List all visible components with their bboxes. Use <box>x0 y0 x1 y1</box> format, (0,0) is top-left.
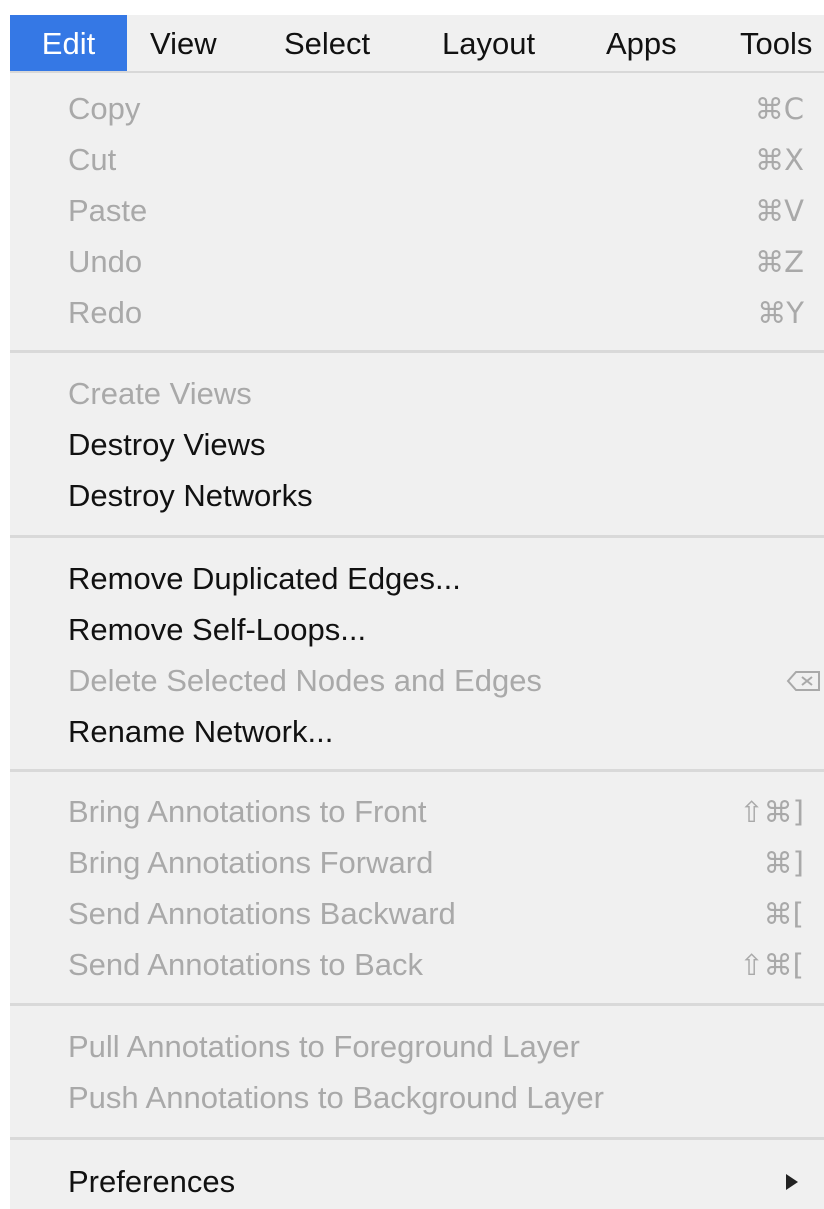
shortcut-label: ⌘Z <box>755 245 804 279</box>
menu-item-label: Pull Annotations to Foreground Layer <box>68 1029 580 1064</box>
menu-item-label: Copy <box>68 91 141 126</box>
menu-item-label: Redo <box>68 295 143 330</box>
menubar-tools[interactable]: Tools <box>740 15 812 71</box>
menu-item-undo[interactable]: Undo ⌘Z <box>68 236 824 288</box>
menu-item-label: Cut <box>68 142 117 177</box>
menu-item-label: Create Views <box>68 376 252 411</box>
menu-item-remove-self-loops[interactable]: Remove Self-Loops... <box>68 604 824 656</box>
menu-item-label: Paste <box>68 193 148 228</box>
submenu-arrow-icon <box>786 1174 798 1190</box>
menu-item-remove-duplicated-edges[interactable]: Remove Duplicated Edges... <box>68 553 824 605</box>
menubar-layout[interactable]: Layout <box>442 15 535 71</box>
menu-item-label: Bring Annotations to Front <box>68 794 427 829</box>
menu-item-create-views[interactable]: Create Views <box>68 368 824 420</box>
menu-item-label: Bring Annotations Forward <box>68 845 434 880</box>
menu-bar: Edit View Select Layout Apps Tools <box>10 15 824 73</box>
menubar-apps[interactable]: Apps <box>606 15 677 71</box>
menu-item-label: Undo <box>68 244 143 279</box>
menu-item-label: Preferences <box>68 1164 236 1199</box>
delete-key-icon <box>786 671 820 691</box>
menu-item-label: Destroy Networks <box>68 478 313 513</box>
menu-item-cut[interactable]: Cut ⌘X <box>68 134 824 186</box>
menu-item-label: Remove Self-Loops... <box>68 612 367 647</box>
menu-item-bring-to-front[interactable]: Bring Annotations to Front ⇧⌘] <box>68 786 824 838</box>
menu-item-destroy-views[interactable]: Destroy Views <box>68 419 824 471</box>
menu-item-label: Rename Network... <box>68 714 334 749</box>
menu-item-push-to-background[interactable]: Push Annotations to Background Layer <box>68 1072 824 1124</box>
menu-item-label: Delete Selected Nodes and Edges <box>68 663 542 698</box>
menu-separator <box>10 769 824 772</box>
menu-item-send-to-back[interactable]: Send Annotations to Back ⇧⌘[ <box>68 939 824 991</box>
menu-item-delete-selected[interactable]: Delete Selected Nodes and Edges <box>68 655 824 707</box>
menu-item-label: Send Annotations Backward <box>68 896 456 931</box>
shortcut-label: ⌘] <box>763 846 804 880</box>
menu-item-rename-network[interactable]: Rename Network... <box>68 706 824 758</box>
menu-item-paste[interactable]: Paste ⌘V <box>68 185 824 237</box>
menu-item-copy[interactable]: Copy ⌘C <box>68 83 824 135</box>
menu-item-label: Remove Duplicated Edges... <box>68 561 461 596</box>
menubar-edit[interactable]: Edit <box>10 15 127 71</box>
menu-item-preferences[interactable]: Preferences <box>68 1156 824 1208</box>
menu-item-label: Send Annotations to Back <box>68 947 424 982</box>
menu-item-destroy-networks[interactable]: Destroy Networks <box>68 470 824 522</box>
menu-item-label: Destroy Views <box>68 427 266 462</box>
shortcut-label: ⌘V <box>755 194 804 228</box>
shortcut-label: ⌘Y <box>757 296 804 330</box>
shortcut-label: ⇧⌘] <box>739 795 804 829</box>
menu-item-redo[interactable]: Redo ⌘Y <box>68 287 824 339</box>
menu-separator <box>10 1137 824 1140</box>
edit-menu-dropdown: Copy ⌘C Cut ⌘X Paste ⌘V Undo ⌘Z Redo ⌘Y … <box>10 73 824 1209</box>
menu-separator <box>10 1003 824 1006</box>
menubar-view[interactable]: View <box>150 15 217 71</box>
shortcut-label: ⇧⌘[ <box>739 948 804 982</box>
menu-separator <box>10 350 824 353</box>
menu-item-label: Push Annotations to Background Layer <box>68 1080 604 1115</box>
menu-item-pull-to-foreground[interactable]: Pull Annotations to Foreground Layer <box>68 1021 824 1073</box>
shortcut-label: ⌘X <box>755 143 804 177</box>
menubar-select[interactable]: Select <box>284 15 370 71</box>
shortcut-label: ⌘[ <box>763 897 804 931</box>
shortcut-label: ⌘C <box>754 92 804 126</box>
menu-separator <box>10 535 824 538</box>
menu-item-send-backward[interactable]: Send Annotations Backward ⌘[ <box>68 888 824 940</box>
menu-item-bring-forward[interactable]: Bring Annotations Forward ⌘] <box>68 837 824 889</box>
